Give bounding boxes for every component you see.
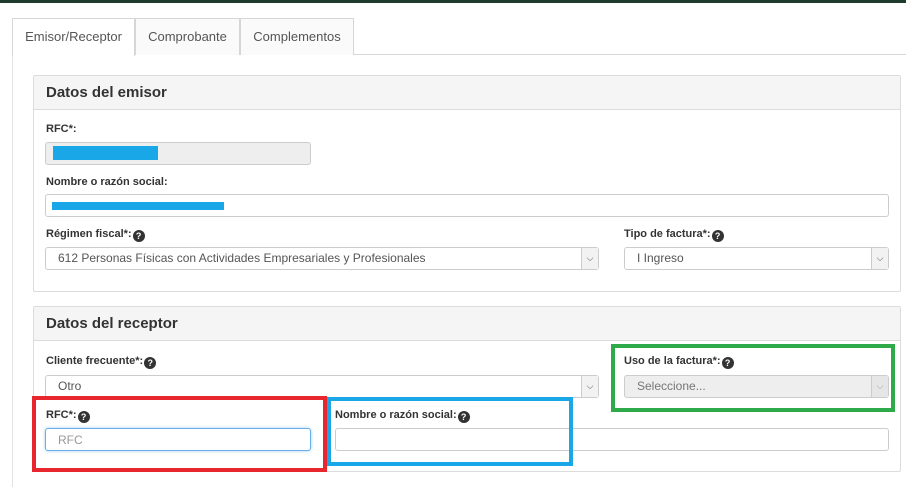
question-circle-icon[interactable]: ? (144, 357, 157, 369)
emisor-regimen-value: 612 Personas Físicas con Actividades Emp… (58, 251, 426, 265)
emisor-tipo-select[interactable]: I Ingreso ⌵ (624, 247, 889, 270)
chevron-down-icon[interactable]: ⌵ (581, 376, 598, 397)
receptor-cliente-select[interactable]: Otro ⌵ (45, 375, 599, 398)
annotation-box-blue (327, 397, 573, 466)
chevron-down-icon[interactable]: ⌵ (871, 248, 888, 269)
top-bar (0, 0, 906, 3)
receptor-cliente-label-text: Cliente frecuente*: (46, 355, 144, 367)
receptor-heading: Datos del receptor (34, 307, 900, 341)
redaction-box (53, 146, 158, 160)
emisor-heading: Datos del emisor (34, 76, 900, 110)
receptor-cliente-label: Cliente frecuente*:? (46, 355, 157, 369)
tab-bar: Emisor/Receptor Comprobante Complementos (0, 18, 906, 56)
emisor-regimen-label-text: Régimen fiscal*: (46, 228, 132, 240)
annotation-box-green (611, 344, 895, 412)
tab-complementos[interactable]: Complementos (240, 18, 354, 55)
annotation-box-red (32, 396, 327, 472)
chevron-down-icon[interactable]: ⌵ (581, 248, 598, 269)
emisor-tipo-label-text: Tipo de factura*: (624, 228, 711, 240)
receptor-cliente-value: Otro (58, 379, 82, 393)
emisor-regimen-select[interactable]: 612 Personas Físicas con Actividades Emp… (45, 247, 599, 270)
redaction-box (52, 202, 224, 210)
emisor-nombre-label: Nombre o razón social: (46, 176, 168, 188)
question-circle-icon[interactable]: ? (132, 230, 145, 242)
emisor-regimen-label: Régimen fiscal*:? (46, 228, 145, 242)
emisor-tipo-value: I Ingreso (637, 251, 684, 265)
tab-comprobante[interactable]: Comprobante (135, 18, 240, 55)
emisor-tipo-label: Tipo de factura*:? (624, 228, 724, 242)
tab-emisor-receptor[interactable]: Emisor/Receptor (12, 18, 135, 56)
question-circle-icon[interactable]: ? (711, 230, 724, 242)
emisor-rfc-label: RFC*: (46, 123, 77, 135)
